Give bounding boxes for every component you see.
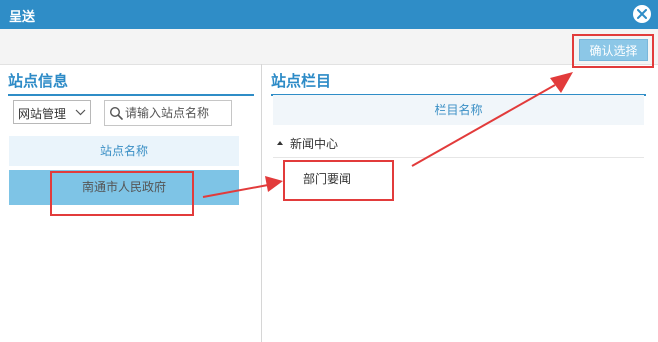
site-search-box[interactable] [104,100,232,126]
search-icon [109,106,123,120]
site-name-column-header: 站点名称 [9,136,239,166]
close-icon [637,9,647,19]
tree-node-label: 部门要闻 [303,172,352,186]
tree-node-news-center[interactable]: 新闻中心 [273,131,644,158]
site-type-select-value: 网站管理 [18,107,67,121]
heading-underline [8,94,254,96]
site-search-input[interactable] [125,104,227,122]
close-button[interactable] [633,5,651,23]
dialog-titlebar: 呈送 [0,0,658,29]
site-columns-panel: 站点栏目 栏目名称 新闻中心 部门要闻 [263,64,658,342]
confirm-selection-button[interactable]: 确认选择 [579,39,648,61]
site-type-select[interactable]: 网站管理 [13,100,91,124]
dialog-title: 呈送 [9,10,36,25]
tree-node-label: 新闻中心 [290,137,339,151]
site-columns-heading: 站点栏目 [271,72,332,90]
column-name-header: 栏目名称 [273,95,644,125]
caret-down-icon[interactable] [277,141,283,145]
site-info-heading: 站点信息 [8,72,69,90]
chevron-down-icon [75,109,86,116]
site-row-selected[interactable]: 南通市人民政府 [9,170,239,205]
tree-node-department-news[interactable]: 部门要闻 [273,166,644,192]
site-info-panel: 站点信息 网站管理 站点名称 南通市人民政府 [0,64,262,342]
dialog-toolbar [0,29,658,65]
